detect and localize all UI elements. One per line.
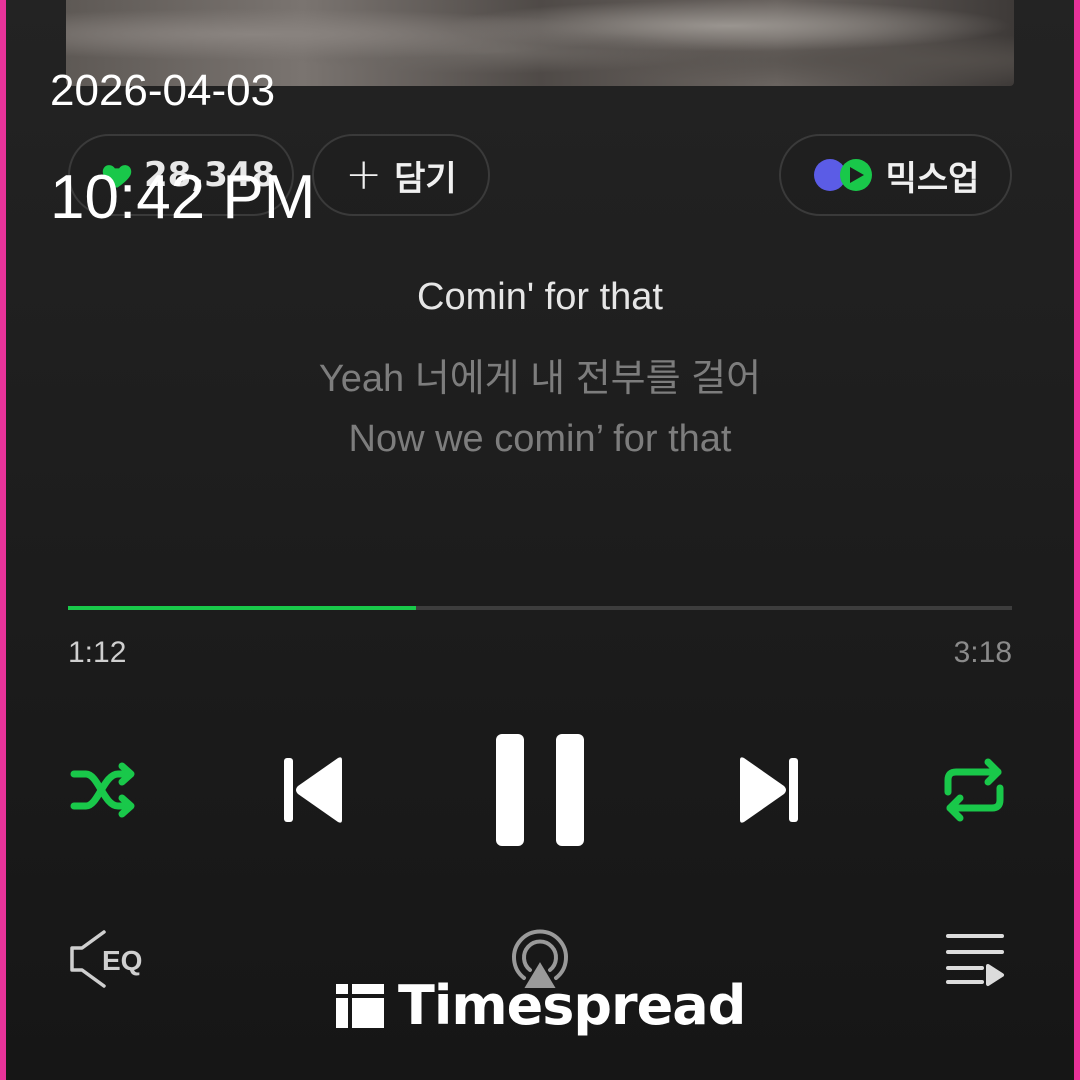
skip-previous-icon <box>284 757 342 823</box>
lyric-line-current[interactable]: Comin' for that <box>6 276 1074 319</box>
pause-button[interactable] <box>494 732 586 848</box>
mixup-button[interactable]: 믹스업 <box>779 134 1012 216</box>
previous-button[interactable] <box>282 756 348 824</box>
lyric-line-next[interactable]: Yeah 너에게 내 전부를 걸어 <box>6 347 1074 402</box>
mixup-logo-icon <box>813 159 872 191</box>
equalizer-button[interactable]: EQ <box>68 928 154 990</box>
progress-fill <box>68 606 416 610</box>
playlist-icon <box>946 934 1004 986</box>
speaker-eq-icon: EQ <box>70 930 142 988</box>
plus-icon: + <box>345 149 383 200</box>
overlay-date: 2026-04-03 <box>50 66 276 115</box>
playlist-button[interactable] <box>944 930 1006 988</box>
elapsed-time: 1:12 <box>68 636 127 669</box>
watermark: Timespread <box>336 974 746 1037</box>
eq-label: EQ <box>102 945 142 976</box>
repeat-button[interactable] <box>940 758 1008 822</box>
frame-border-right <box>1074 0 1080 1080</box>
add-to-playlist-button[interactable]: + 담기 <box>312 134 490 216</box>
skip-next-icon <box>740 757 798 823</box>
next-button[interactable] <box>734 756 800 824</box>
add-label: 담기 <box>394 158 457 199</box>
shuffle-icon <box>70 762 135 818</box>
mixup-label: 믹스업 <box>885 158 980 199</box>
repeat-icon <box>944 758 1004 822</box>
progress-bar[interactable] <box>68 606 1012 610</box>
watermark-brand: Timespread <box>398 974 746 1037</box>
total-time: 3:18 <box>953 636 1012 669</box>
lyric-line-following[interactable]: Now we comin’ for that <box>6 418 1074 461</box>
pause-icon <box>496 734 584 846</box>
timespread-logo-icon <box>336 983 384 1028</box>
overlay-time: 10:42 PM <box>50 163 316 232</box>
shuffle-button[interactable] <box>68 760 140 820</box>
